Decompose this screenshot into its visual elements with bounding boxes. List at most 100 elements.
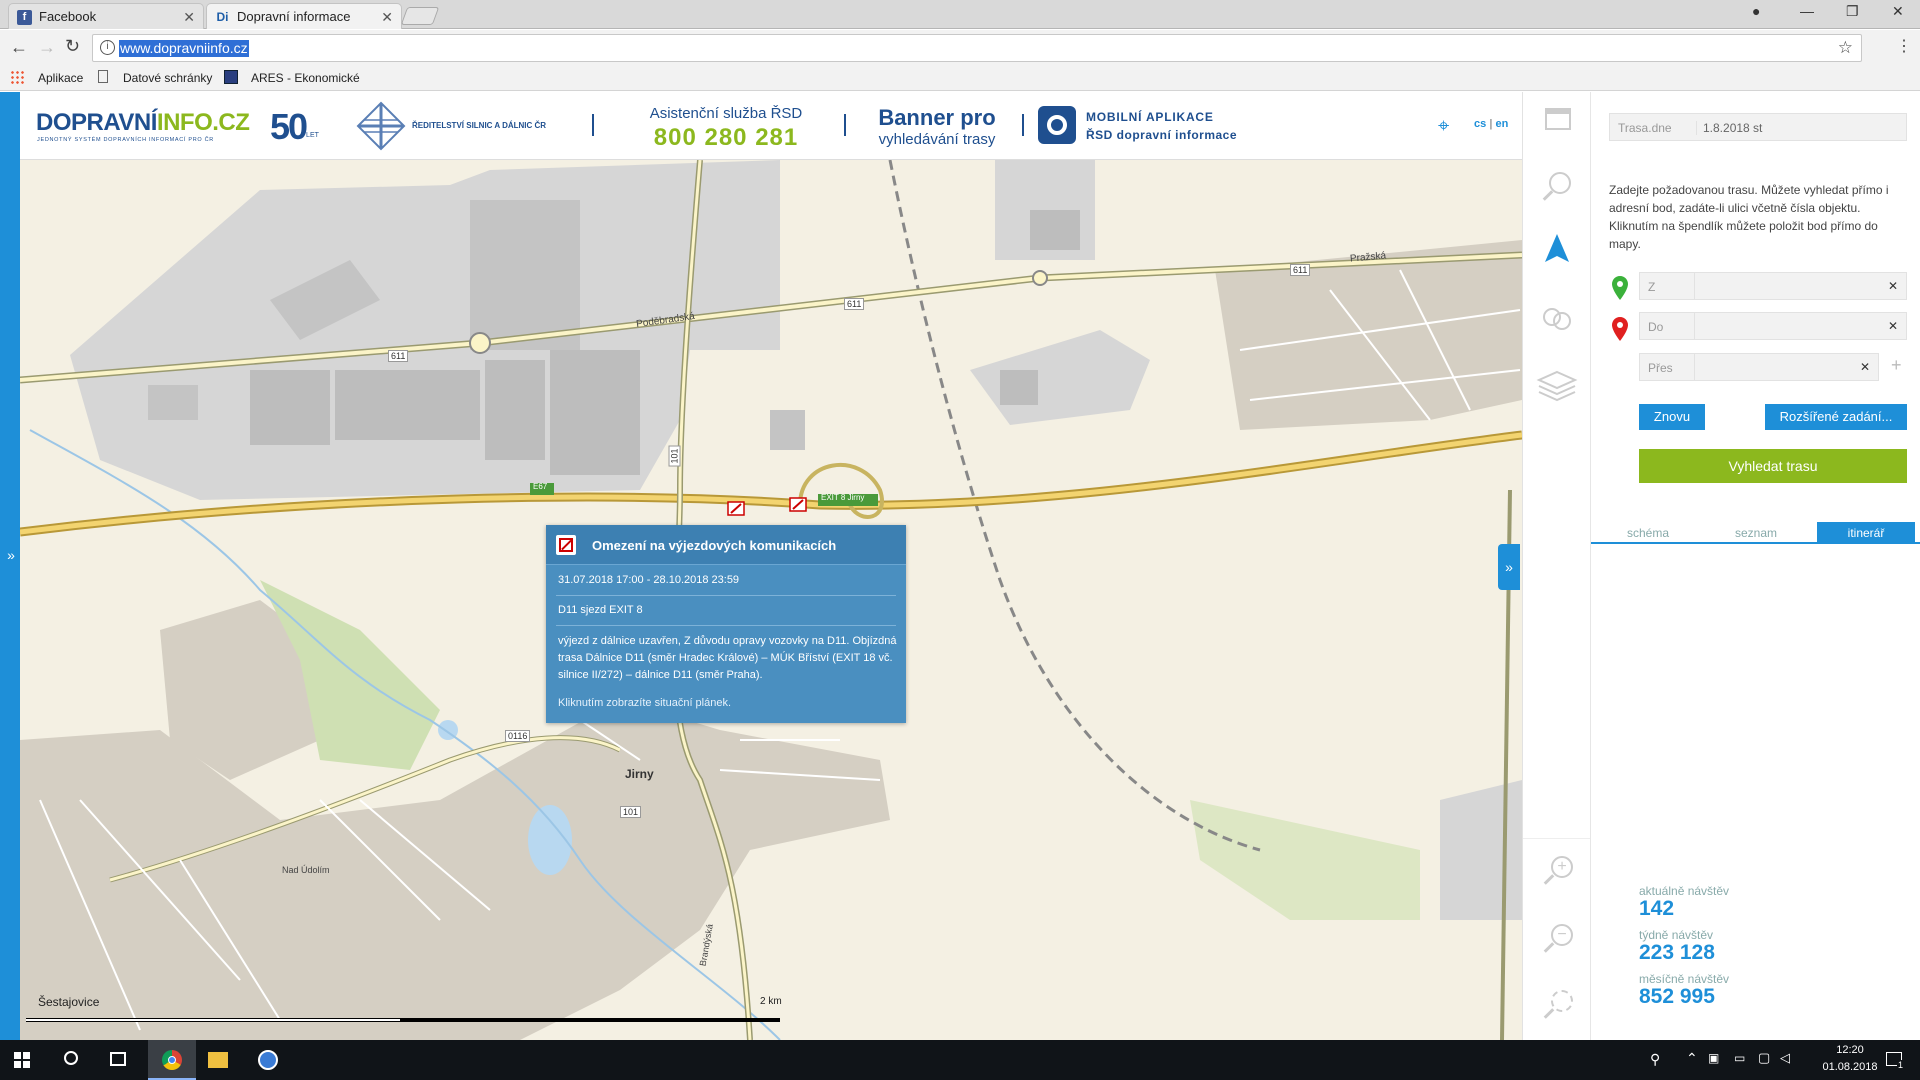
zoom-fit-icon <box>1551 990 1573 1012</box>
from-field[interactable]: Z ✕ <box>1639 272 1907 300</box>
roadwork-marker[interactable] <box>727 501 745 516</box>
years-badge: 50LET <box>270 106 319 148</box>
logo-subtitle: JEDNOTNÝ SYSTÉM DOPRAVNÍCH INFORMACÍ PRO… <box>37 137 214 143</box>
label-sestajovice: Šestajovice <box>38 995 100 1009</box>
banner-subtitle: vyhledávání trasy <box>878 131 996 148</box>
chrome-taskbar-icon[interactable] <box>148 1040 196 1080</box>
dopravni-favicon: Di <box>216 10 229 24</box>
label-exit: EXIT 8 Jirny <box>821 493 865 502</box>
close-tab-icon[interactable]: ✕ <box>183 4 195 30</box>
forward-icon[interactable]: → <box>38 37 56 58</box>
search-button[interactable] <box>1533 162 1581 210</box>
browser-tab-strip: f Facebook ✕ Di Dopravní informace ✕ ● —… <box>0 0 1920 29</box>
explorer-taskbar-icon[interactable] <box>208 1052 228 1068</box>
close-tab-icon[interactable]: ✕ <box>381 4 393 30</box>
clear-via-icon[interactable]: ✕ <box>1860 360 1870 374</box>
lang-en[interactable]: en <box>1495 118 1508 130</box>
date-label: Trasa.dne <box>1618 121 1672 135</box>
tab-facebook[interactable]: f Facebook ✕ <box>8 3 204 29</box>
zoom-fit-button[interactable] <box>1533 978 1581 1026</box>
red-pin-icon[interactable] <box>1611 316 1629 342</box>
zoom-out-button[interactable]: − <box>1533 912 1581 960</box>
tool-sidebar: + − <box>1522 92 1591 1040</box>
maximize-icon[interactable]: ❐ <box>1846 3 1859 20</box>
new-tab-button[interactable] <box>400 7 440 25</box>
volume-icon[interactable]: ◁ <box>1780 1050 1790 1066</box>
green-pin-icon[interactable] <box>1611 275 1629 301</box>
popup-title: Omezení na výjezdových komunikacích <box>592 538 837 553</box>
popup-plan-link[interactable]: Kliknutím zobrazíte situační plánek. <box>558 697 731 709</box>
banner-link[interactable]: Banner pro vyhledávání trasy <box>858 105 1016 148</box>
left-panel-stripe: » <box>0 92 22 1040</box>
chevron-up-icon[interactable]: ⌃ <box>1686 1050 1698 1067</box>
popup-separator <box>556 625 896 626</box>
layers-button[interactable] <box>1533 360 1581 408</box>
lang-cs[interactable]: cs <box>1474 118 1486 130</box>
reload-icon[interactable]: ↻ <box>65 36 80 57</box>
date-field[interactable]: Trasa.dne 1.8.2018 st <box>1609 113 1907 141</box>
building <box>1030 210 1080 250</box>
traffic-event-popup[interactable]: Omezení na výjezdových komunikacích 31.0… <box>546 525 906 723</box>
bookmark-star-icon[interactable]: ☆ <box>1838 38 1853 58</box>
battery-icon[interactable]: ▭ <box>1734 1051 1745 1065</box>
expand-right-panel-button[interactable]: » <box>1498 544 1520 590</box>
label-road-611: 611 <box>388 350 409 362</box>
clock-date[interactable]: 01.08.2018 <box>1822 1061 1878 1073</box>
assist-phone[interactable]: 800 280 281 <box>628 124 824 152</box>
bookmark-apps[interactable]: Aplikace <box>38 71 83 85</box>
layers-link-button[interactable] <box>1533 294 1581 342</box>
building <box>485 360 545 460</box>
calendar-button[interactable] <box>1533 96 1581 144</box>
label-road-101: 101 <box>668 445 681 467</box>
bookmark-datove-schranky[interactable]: Datové schránky <box>123 71 212 85</box>
minimize-icon[interactable]: — <box>1800 3 1814 19</box>
app-taskbar-icon[interactable] <box>258 1050 278 1070</box>
stat-monthly-value: 852 995 <box>1639 985 1715 1008</box>
tab-label: Dopravní informace <box>237 9 351 24</box>
people-icon[interactable]: ⚲ <box>1650 1051 1660 1068</box>
route-button[interactable] <box>1533 226 1581 274</box>
profile-icon[interactable]: ● <box>1752 3 1760 19</box>
via-field[interactable]: Přes ✕ <box>1639 353 1879 381</box>
roadwork-marker[interactable] <box>789 497 807 512</box>
site-logo[interactable]: DOPRAVNÍINFO.CZ <box>36 109 250 137</box>
expand-left-panel-button[interactable]: » <box>0 532 22 578</box>
clear-to-icon[interactable]: ✕ <box>1888 319 1898 333</box>
to-field[interactable]: Do ✕ <box>1639 312 1907 340</box>
search-taskbar-icon[interactable] <box>64 1051 78 1065</box>
task-view-icon[interactable] <box>110 1052 126 1066</box>
rsd-text: ŘEDITELSTVÍ SILNIC A DÁLNIC ČR <box>412 121 547 130</box>
close-window-icon[interactable]: ✕ <box>1892 3 1904 20</box>
label-nad-udolim: Nad Údolím <box>282 865 330 875</box>
address-bar[interactable]: i www.dopravniinfo.cz ☆ <box>92 34 1862 62</box>
info-icon[interactable]: i <box>100 40 115 55</box>
back-icon[interactable]: ← <box>10 37 28 58</box>
zoom-in-button[interactable]: + <box>1533 844 1581 892</box>
roundabout <box>1032 270 1048 286</box>
network-icon[interactable]: ▢ <box>1758 1050 1770 1066</box>
tab-seznam[interactable]: seznam <box>1735 526 1777 540</box>
tab-dopravni-informace[interactable]: Di Dopravní informace ✕ <box>206 3 402 29</box>
url-text[interactable]: www.dopravniinfo.cz <box>119 40 249 57</box>
menu-icon[interactable]: ⋮ <box>1896 36 1912 56</box>
tab-itinerar[interactable]: itinerář <box>1817 522 1915 544</box>
rsd-logo[interactable]: ŘEDITELSTVÍ SILNIC A DÁLNIC ČR <box>356 101 576 151</box>
clear-from-icon[interactable]: ✕ <box>1888 279 1898 293</box>
mobile-app-link[interactable]: MOBILNÍ APLIKACE ŘSD dopravní informace <box>1038 106 1288 146</box>
advanced-search-button[interactable]: Rozšířené zadání... <box>1765 404 1907 430</box>
windows-start-icon[interactable] <box>14 1052 30 1068</box>
label-road-101: 101 <box>620 806 642 818</box>
apps-icon[interactable] <box>10 70 24 84</box>
bookmark-ares[interactable]: ARES - Ekonomické <box>251 71 360 85</box>
search-route-button[interactable]: Vyhledat trasu <box>1639 449 1907 483</box>
locate-icon[interactable]: ⌖ <box>1438 116 1458 136</box>
add-via-icon[interactable]: + <box>1891 355 1902 376</box>
route-panel: Trasa.dne 1.8.2018 st Zadejte požadovano… <box>1590 92 1920 1040</box>
clock-time[interactable]: 12:20 <box>1822 1044 1878 1056</box>
tray-app-icon[interactable]: ▣ <box>1708 1051 1719 1065</box>
popup-location: D11 sjezd EXIT 8 <box>558 604 643 616</box>
divider <box>844 114 846 136</box>
again-button[interactable]: Znovu <box>1639 404 1705 430</box>
tab-schema[interactable]: schéma <box>1627 526 1669 540</box>
banner-title: Banner pro <box>878 105 996 130</box>
